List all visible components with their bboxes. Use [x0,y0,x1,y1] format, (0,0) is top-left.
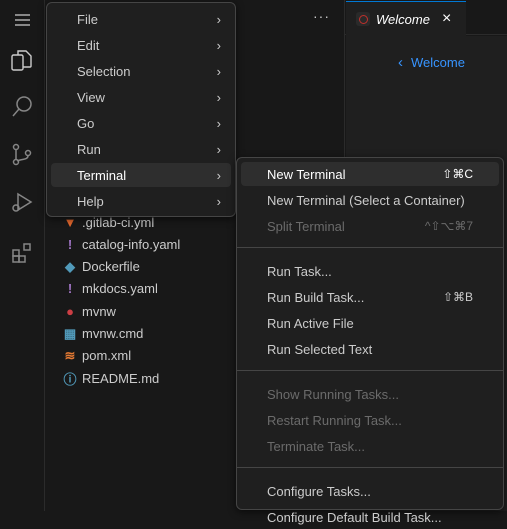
chevron-right-icon: › [216,11,221,27]
menu-item-view[interactable]: View › [51,85,231,109]
extensions-icon[interactable] [10,240,35,265]
file-item[interactable]: ! mkdocs.yaml [60,278,158,300]
run-debug-icon[interactable] [10,190,35,215]
chevron-right-icon: › [216,141,221,157]
chevron-right-icon: › [216,89,221,105]
submenu-item-label: Terminate Task... [267,438,366,454]
submenu-item-terminate-task: Terminate Task... [241,434,499,458]
chevron-right-icon: › [216,63,221,79]
file-name: mvnw.cmd [82,326,144,341]
submenu-item-label: New Terminal (Select a Container) [267,192,465,208]
file-name: README.md [82,370,160,386]
hamburger-menu-icon[interactable] [10,8,35,33]
menu-separator [237,370,503,371]
file-item[interactable]: ≋ pom.xml [60,345,132,367]
menu-item-run[interactable]: Run › [51,137,231,161]
chevron-right-icon: › [216,167,221,183]
menu-separator [237,247,503,248]
close-icon[interactable]: × [442,10,451,28]
activity-bar [0,0,45,511]
maven-icon: ● [66,303,74,319]
menu-item-label: File [77,11,98,27]
file-item[interactable]: ◆ Dockerfile [60,256,140,278]
submenu-item-label: Run Build Task... [267,289,365,305]
submenu-item-restart-running-task: Restart Running Task... [241,408,499,432]
file-name: catalog-info.yaml [82,236,181,252]
menu-item-help[interactable]: Help › [51,189,231,213]
submenu-item-show-running-tasks: Show Running Tasks... [241,382,499,406]
chevron-right-icon: › [216,115,221,131]
submenu-item-label: Configure Tasks... [267,483,371,499]
submenu-item-configure-default-build-task[interactable]: Configure Default Build Task... [241,505,499,529]
menu-item-label: View [77,89,105,105]
rss-icon: ≋ [64,347,76,363]
menu-item-label: Edit [77,37,100,53]
submenu-item-run-build-task[interactable]: Run Build Task... ⇧⌘B [241,285,499,309]
submenu-item-run-task[interactable]: Run Task... [241,259,499,283]
file-item[interactable]: ⓘ README.md [60,367,159,389]
file-name: Dockerfile [82,259,140,275]
menu-item-file[interactable]: File › [51,7,231,31]
more-actions-button[interactable]: ··· [313,8,330,24]
terminal-submenu: New Terminal ⇧⌘C New Terminal (Select a Co… [236,157,504,525]
info-icon: ⓘ [63,371,77,387]
file-item[interactable]: ▦ mvnw.cmd [60,323,144,345]
yaml-icon: ! [67,236,73,252]
yaml-icon: ! [67,281,73,297]
menu-separator [237,467,503,468]
submenu-item-label: Run Selected Text [267,341,373,357]
submenu-item-label: Show Running Tasks... [267,386,399,402]
file-item[interactable]: ● mvnw [60,300,116,322]
tab-welcome[interactable]: Welcome × [346,1,466,36]
menu-item-label: Run [77,141,101,157]
shortcut-label: ⇧⌘B [442,290,473,304]
breadcrumb-label: Welcome [411,55,465,70]
main-menu: File › Edit › Selection › View › Go › Run › Terminal… [46,2,236,217]
search-icon[interactable] [10,94,35,119]
chevron-left-icon: ‹ [398,54,403,71]
menu-item-selection[interactable]: Selection › [51,59,231,83]
submenu-item-label: Run Active File [267,315,354,331]
windows-icon: ▦ [63,325,77,341]
submenu-item-configure-tasks[interactable]: Configure Tasks... [241,479,499,503]
menu-item-label: Terminal [77,167,127,183]
submenu-item-label: Restart Running Task... [267,412,402,428]
menu-item-label: Go [77,115,95,131]
file-name: pom.xml [82,348,132,364]
shortcut-label: ⇧⌘C [442,167,473,181]
source-control-icon[interactable] [10,142,35,167]
submenu-item-split-terminal: Split Terminal ^⇧⌥⌘7 [241,214,499,238]
menu-item-edit[interactable]: Edit › [51,33,231,57]
file-item[interactable]: ! catalog-info.yaml [60,233,180,255]
docker-icon: ◆ [65,258,75,274]
breadcrumb[interactable]: ‹ Welcome [398,54,465,71]
menu-item-terminal[interactable]: Terminal › [51,163,231,187]
tab-title: Welcome [376,11,430,27]
welcome-logo-icon [356,12,370,26]
file-name: mkdocs.yaml [82,281,158,297]
chevron-right-icon: › [216,193,221,209]
menu-item-go[interactable]: Go › [51,111,231,135]
submenu-item-run-selected-text[interactable]: Run Selected Text [241,337,499,361]
explorer-icon[interactable] [10,48,35,73]
submenu-item-new-terminal-select-a-container[interactable]: New Terminal (Select a Container) [241,188,499,212]
shortcut-label: ^⇧⌥⌘7 [424,219,473,233]
submenu-item-new-terminal[interactable]: New Terminal ⇧⌘C [241,162,499,186]
chevron-right-icon: › [216,37,221,53]
menu-item-label: Help [77,193,104,209]
menu-item-label: Selection [77,63,131,79]
submenu-item-label: Run Task... [267,263,332,279]
submenu-item-run-active-file[interactable]: Run Active File [241,311,499,335]
submenu-item-label: Configure Default Build Task... [267,509,442,525]
submenu-item-label: New Terminal [267,166,346,182]
submenu-item-label: Split Terminal [267,218,345,234]
file-name: mvnw [82,303,116,319]
